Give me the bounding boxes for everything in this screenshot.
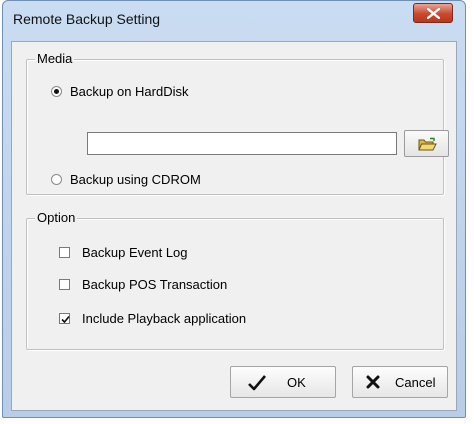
checkbox-row-event-log[interactable]: Backup Event Log — [59, 245, 188, 260]
dialog-content: Media Backup on HardDisk Backup using CD… — [11, 41, 457, 411]
radio-cdrom-indicator[interactable] — [51, 174, 62, 185]
check-mark-icon — [61, 315, 70, 324]
checkbox-row-playback-app[interactable]: Include Playback application — [59, 311, 246, 326]
checkbox-row-pos-transaction[interactable]: Backup POS Transaction — [59, 277, 227, 292]
media-group-label: Media — [35, 51, 75, 66]
checkbox-pos-transaction[interactable] — [59, 279, 70, 290]
checkbox-event-log[interactable] — [59, 247, 70, 258]
x-icon — [366, 375, 380, 389]
cancel-button-label: Cancel — [395, 375, 436, 390]
close-icon — [427, 8, 440, 19]
radio-harddisk-label: Backup on HardDisk — [70, 84, 189, 99]
radio-harddisk-indicator[interactable] — [51, 86, 62, 97]
close-button[interactable] — [413, 3, 453, 23]
ok-button[interactable]: OK — [230, 366, 336, 398]
checkbox-playback-app[interactable] — [59, 313, 70, 324]
option-group-label: Option — [35, 210, 78, 225]
backup-path-input[interactable] — [87, 132, 397, 155]
browse-folder-button[interactable] — [404, 130, 449, 157]
window-title: Remote Backup Setting — [13, 11, 161, 27]
checkmark-icon — [248, 375, 266, 391]
ok-button-label: OK — [287, 375, 306, 390]
title-bar[interactable]: Remote Backup Setting — [3, 1, 465, 41]
radio-harddisk[interactable]: Backup on HardDisk — [51, 84, 189, 99]
option-group: Option Backup Event Log Backup POS Trans… — [26, 210, 444, 350]
checkbox-pos-transaction-label: Backup POS Transaction — [82, 277, 228, 292]
media-group: Media Backup on HardDisk Backup using CD… — [26, 51, 449, 195]
radio-cdrom-label: Backup using CDROM — [70, 172, 201, 187]
folder-open-icon — [418, 137, 437, 151]
dialog-window: Remote Backup Setting Media Backup on Ha… — [2, 0, 466, 418]
checkbox-event-log-label: Backup Event Log — [82, 245, 188, 260]
radio-cdrom[interactable]: Backup using CDROM — [51, 172, 201, 187]
checkbox-playback-app-label: Include Playback application — [82, 311, 247, 326]
cancel-button[interactable]: Cancel — [352, 366, 448, 398]
